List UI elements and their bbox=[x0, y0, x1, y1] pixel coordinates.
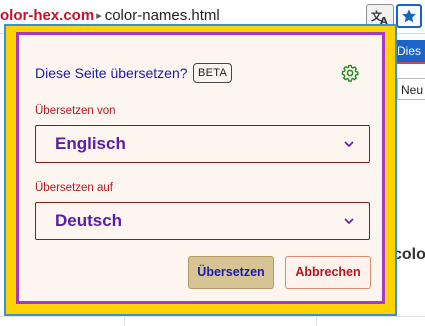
cancel-button[interactable]: Abbrechen bbox=[285, 256, 371, 289]
beta-badge: BETA bbox=[193, 63, 233, 83]
popup-title: Diese Seite übersetzen? bbox=[35, 65, 188, 81]
translate-icon: 文 A bbox=[371, 9, 388, 25]
translate-popup: Diese Seite übersetzen? BETA Übersetzen … bbox=[4, 24, 397, 316]
url-path: color-names.html bbox=[104, 7, 220, 24]
chevron-down-icon bbox=[344, 141, 354, 148]
from-language-label: Übersetzen von bbox=[35, 105, 116, 117]
translation-settings-button[interactable] bbox=[338, 61, 362, 85]
bookmark-button[interactable] bbox=[396, 4, 422, 28]
from-language-select[interactable]: Englisch bbox=[35, 125, 370, 163]
to-language-label: Übersetzen auf bbox=[35, 182, 113, 194]
url-host: olor-hex.com bbox=[0, 7, 95, 24]
translate-popup-panel: Diese Seite übersetzen? BETA Übersetzen … bbox=[16, 32, 385, 304]
from-language-value: Englisch bbox=[55, 134, 126, 153]
to-language-value: Deutsch bbox=[55, 211, 123, 230]
to-language-select[interactable]: Deutsch bbox=[35, 202, 370, 240]
url-separator-icon: ▸ bbox=[96, 10, 102, 22]
gear-icon bbox=[341, 64, 359, 82]
chevron-down-icon bbox=[344, 218, 354, 225]
page-table-cell: Neu bbox=[397, 78, 425, 100]
page-heading: colo bbox=[393, 246, 425, 263]
star-icon bbox=[402, 9, 416, 23]
url-field[interactable]: olor-hex.com ▸ color-names.html bbox=[0, 6, 220, 26]
translate-button[interactable]: Übersetzen bbox=[188, 256, 274, 289]
